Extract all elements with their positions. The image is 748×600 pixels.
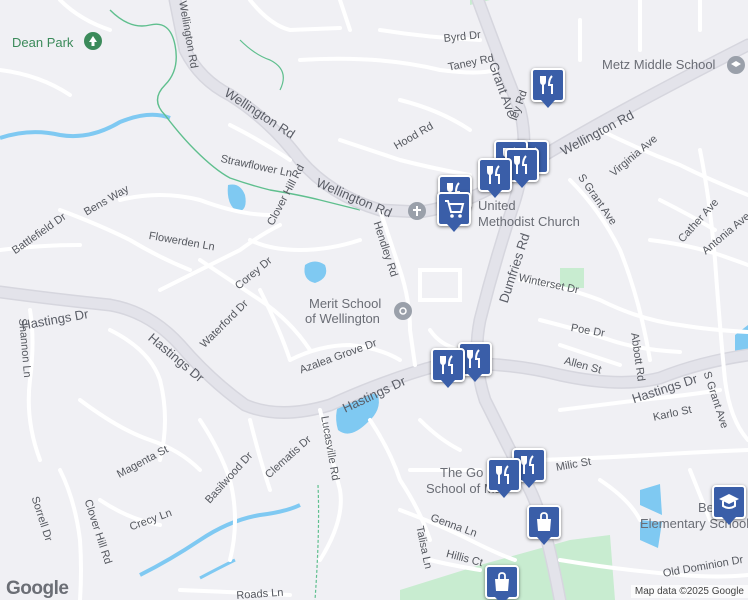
school-pin[interactable] (712, 485, 746, 525)
merit-school-label[interactable]: Merit School (309, 296, 381, 311)
park-tree-icon (84, 32, 102, 50)
street-label: Roads Ln (236, 586, 284, 600)
school-cap-icon (719, 494, 739, 509)
map-attribution[interactable]: Map data ©2025 Google (630, 585, 748, 598)
restaurant-pin[interactable] (487, 458, 521, 498)
school-marker-icon (727, 56, 745, 74)
shopping-bag-icon (537, 512, 551, 531)
restaurant-icon (540, 75, 553, 94)
shopping-bag-icon (495, 572, 509, 591)
restaurant-icon (496, 465, 509, 484)
restaurant-icon (467, 349, 480, 368)
restaurant-pin[interactable] (531, 68, 565, 108)
goddard-school-label[interactable]: The Go (440, 465, 483, 480)
dean-park-name: Dean Park (12, 35, 74, 50)
church-label-2[interactable]: Methodist Church (478, 214, 580, 229)
church-marker-icon (408, 202, 426, 220)
metz-school-name: Metz Middle School (602, 57, 716, 72)
restaurant-icon (487, 165, 500, 184)
goddard-school-line1: The Go (440, 465, 484, 480)
merit-school-line1: Merit School (309, 296, 382, 311)
shopping-pin[interactable] (527, 505, 561, 545)
school-marker-icon (394, 302, 412, 320)
merit-school-line2: of Wellington (305, 311, 380, 326)
restaurant-icon (521, 455, 534, 474)
restaurant-icon (440, 355, 453, 374)
merit-school-label-2[interactable]: of Wellington (305, 311, 380, 326)
restaurant-pin[interactable] (431, 348, 465, 388)
google-logo: Google (6, 578, 69, 599)
shopping-pin[interactable] (485, 565, 519, 600)
restaurant-icon (514, 155, 527, 174)
grocery-cart-icon (445, 200, 465, 218)
map-canvas[interactable]: Wellington Rd Wellington Rd Wellington R… (0, 0, 748, 600)
church-name-line1: United (478, 198, 516, 213)
restaurant-pin[interactable] (478, 158, 512, 198)
metz-school-label[interactable]: Metz Middle School (602, 57, 715, 72)
church-name-line2: Methodist Church (478, 214, 580, 229)
grocery-pin[interactable] (437, 192, 471, 232)
dean-park-label[interactable]: Dean Park (12, 35, 73, 50)
church-label[interactable]: United (478, 198, 516, 213)
